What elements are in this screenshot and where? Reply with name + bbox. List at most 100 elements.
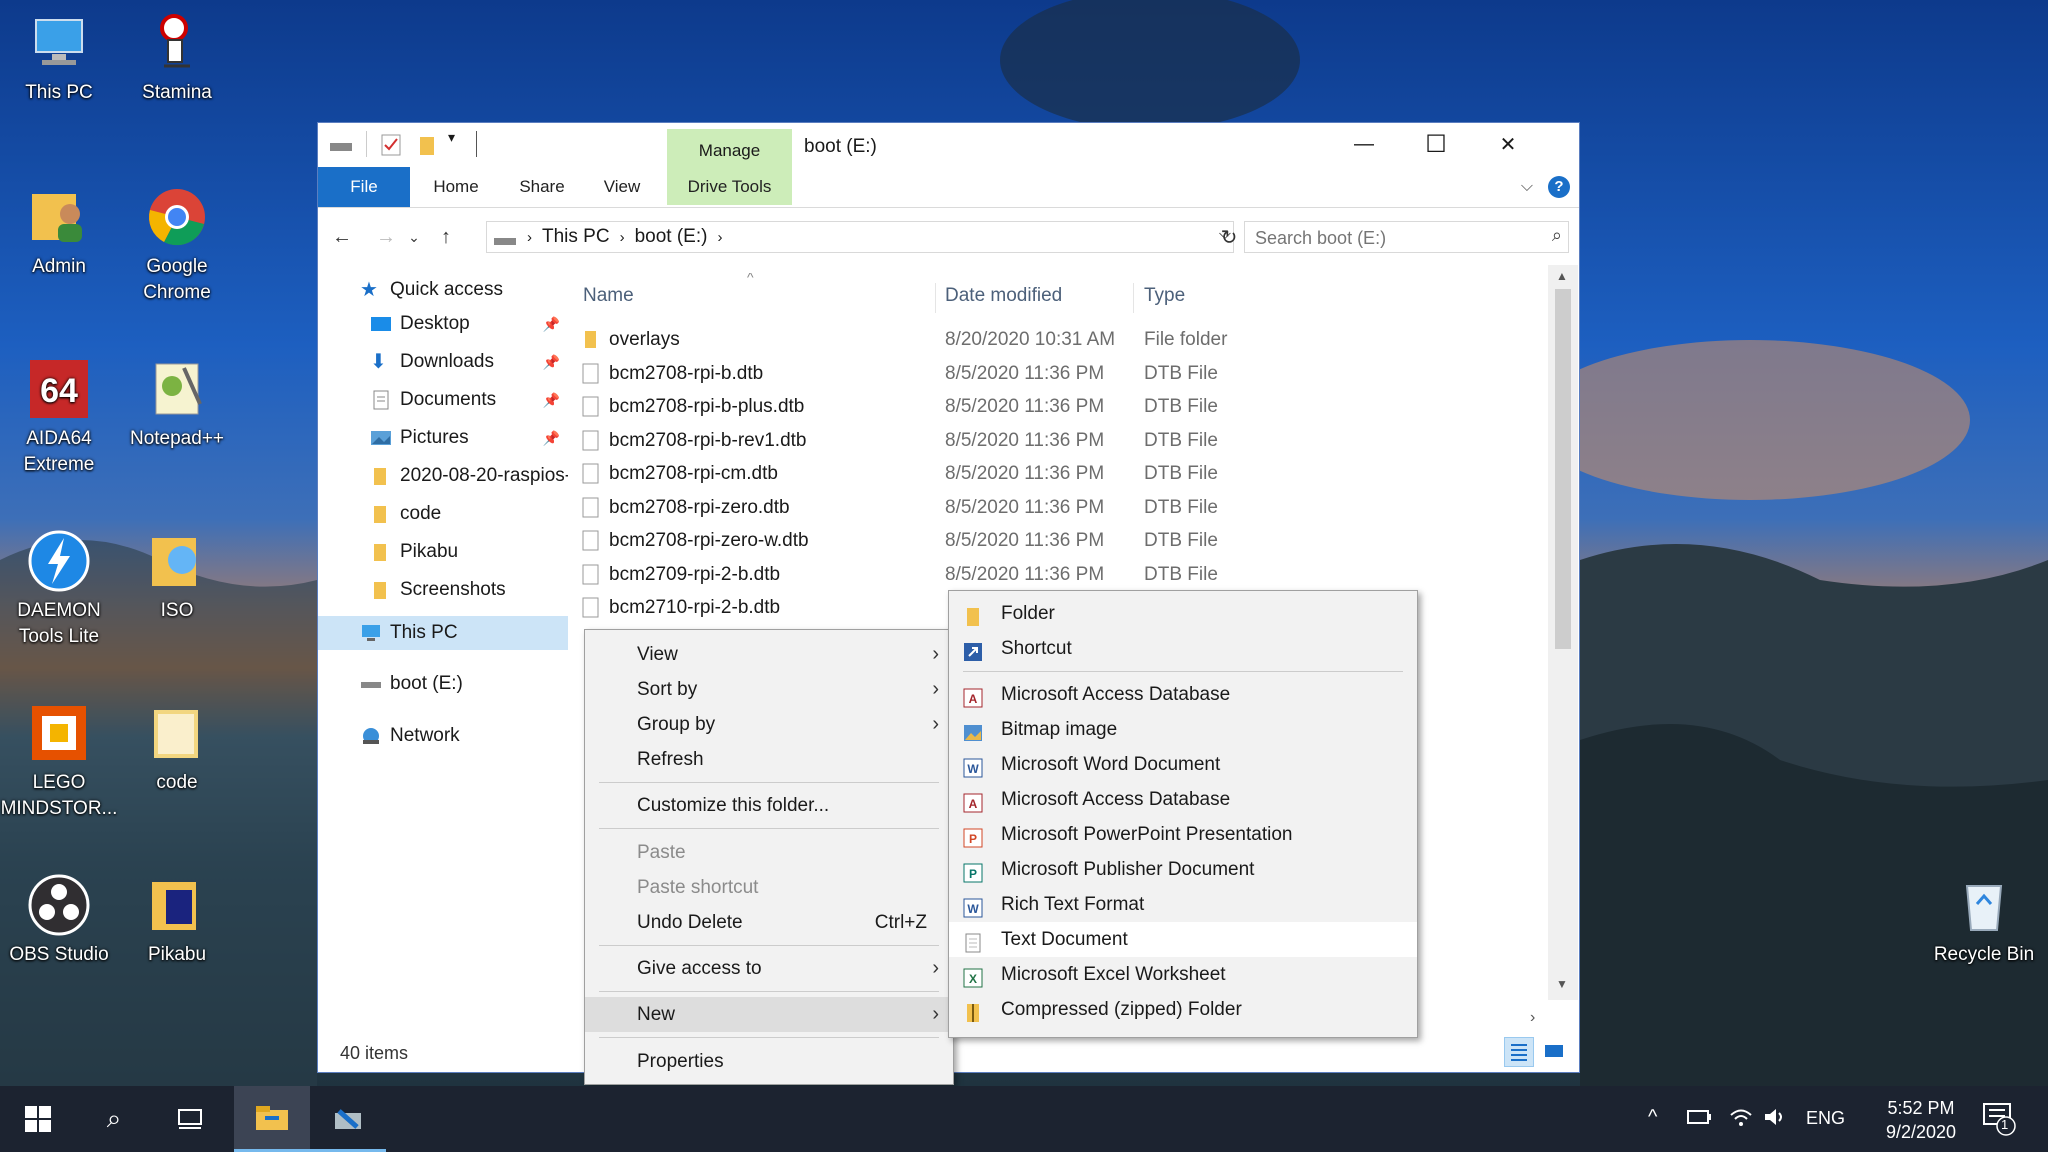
nav-item-pikabu[interactable]: Pikabu [318, 535, 568, 569]
battery-icon[interactable] [1686, 1106, 1714, 1134]
input-language[interactable]: ENG [1806, 1108, 1845, 1129]
new-item-powerpoint[interactable]: P Microsoft PowerPoint Presentation [949, 817, 1417, 852]
up-button[interactable]: ↑ [430, 221, 462, 253]
search-box[interactable]: ⌕ [1244, 221, 1569, 253]
new-item-access-database-2[interactable]: A Microsoft Access Database [949, 782, 1417, 817]
new-item-bitmap-image[interactable]: Bitmap image [949, 712, 1417, 747]
new-item-shortcut[interactable]: Shortcut [949, 631, 1417, 666]
desktop-icon-notepadpp[interactable]: Notepad++ [118, 356, 236, 452]
properties-icon[interactable] [380, 133, 402, 157]
tab-home[interactable]: Home [410, 167, 502, 207]
menu-item-new[interactable]: New › [585, 997, 953, 1032]
tab-share[interactable]: Share [502, 167, 582, 207]
desktop-icon-google-chrome[interactable]: Google Chrome [118, 184, 236, 306]
pin-icon[interactable]: 📌 [543, 316, 560, 333]
file-row[interactable]: bcm2709-rpi-2-b.dtb 8/5/2020 11:36 PM DTB … [576, 558, 1556, 591]
breadcrumb-chevron-icon[interactable]: › [717, 229, 722, 246]
pin-icon[interactable]: 📌 [543, 430, 560, 447]
menu-item-view[interactable]: View › [585, 637, 953, 672]
taskbar-app[interactable] [310, 1086, 386, 1152]
new-item-folder[interactable]: Folder [949, 596, 1417, 631]
nav-item-downloads[interactable]: ⬇ Downloads 📌 [318, 345, 568, 379]
nav-boot-drive[interactable]: boot (E:) [318, 667, 568, 701]
help-icon[interactable]: ? [1548, 176, 1570, 198]
large-icons-view-icon[interactable] [1540, 1037, 1570, 1067]
volume-icon[interactable] [1762, 1106, 1788, 1134]
file-row[interactable]: overlays 8/20/2020 10:31 AM File folder [576, 323, 1556, 356]
wifi-icon[interactable] [1728, 1106, 1754, 1134]
menu-item-undo-delete[interactable]: Undo Delete Ctrl+Z [585, 905, 953, 940]
task-view-icon[interactable] [152, 1086, 228, 1152]
tab-file[interactable]: File [318, 167, 410, 207]
column-separator[interactable] [935, 283, 936, 313]
file-row[interactable]: bcm2708-rpi-b-rev1.dtb 8/5/2020 11:36 PM D… [576, 424, 1556, 457]
scroll-right-arrow-icon[interactable]: › [1530, 1009, 1535, 1027]
column-header-name[interactable]: Name [583, 285, 634, 307]
menu-item-properties[interactable]: Properties [585, 1044, 953, 1079]
nav-item-desktop[interactable]: Desktop 📌 [318, 307, 568, 341]
file-row[interactable]: bcm2708-rpi-b.dtb 8/5/2020 11:36 PM DTB Fi… [576, 357, 1556, 390]
expand-ribbon-chevron-icon[interactable]: ⌵ [1512, 167, 1542, 207]
desktop-icon-daemon-tools[interactable]: DAEMON Tools Lite [0, 528, 118, 650]
pin-icon[interactable]: 📌 [543, 392, 560, 409]
nav-item-documents[interactable]: Documents 📌 [318, 383, 568, 417]
column-header-date-modified[interactable]: Date modified [945, 285, 1062, 307]
tab-view[interactable]: View [582, 167, 662, 207]
recent-locations-chevron-icon[interactable]: ⌄ [398, 221, 430, 253]
nav-quick-access[interactable]: ★ Quick access [318, 273, 568, 307]
search-icon[interactable]: ⌕ [76, 1086, 152, 1152]
search-icon[interactable]: ⌕ [1552, 225, 1562, 246]
drive-icon[interactable] [328, 133, 354, 157]
scroll-up-arrow-icon[interactable]: ▲ [1556, 269, 1568, 283]
refresh-icon[interactable]: ↻ [1213, 221, 1245, 253]
new-item-access-database[interactable]: A Microsoft Access Database [949, 677, 1417, 712]
search-input[interactable] [1253, 225, 1527, 251]
nav-this-pc[interactable]: This PC [318, 616, 568, 650]
menu-item-give-access[interactable]: Give access to › [585, 951, 953, 986]
new-folder-icon[interactable] [416, 133, 438, 157]
minimize-button[interactable]: — [1328, 123, 1400, 165]
desktop-icon-pikabu[interactable]: Pikabu [118, 872, 236, 968]
desktop-icon-this-pc[interactable]: This PC [0, 10, 118, 106]
vertical-scrollbar[interactable]: ▲ ▼ [1548, 265, 1578, 1000]
nav-item-pictures[interactable]: Pictures 📌 [318, 421, 568, 455]
new-item-publisher[interactable]: P Microsoft Publisher Document [949, 852, 1417, 887]
desktop-icon-code[interactable]: code [118, 700, 236, 796]
nav-item-code[interactable]: code [318, 497, 568, 531]
file-row[interactable]: bcm2708-rpi-zero.dtb 8/5/2020 11:36 PM DTB… [576, 491, 1556, 524]
menu-item-group-by[interactable]: Group by › [585, 707, 953, 742]
breadcrumb-this-pc[interactable]: This PC [542, 226, 610, 248]
scroll-down-arrow-icon[interactable]: ▼ [1556, 977, 1568, 991]
desktop-icon-obs-studio[interactable]: OBS Studio [0, 872, 118, 968]
new-item-compressed-folder[interactable]: Compressed (zipped) Folder [949, 992, 1417, 1027]
desktop-icon-lego-mindstorms[interactable]: LEGO MINDSTOR... [0, 700, 118, 822]
file-row[interactable]: bcm2708-rpi-zero-w.dtb 8/5/2020 11:36 PM D… [576, 524, 1556, 557]
desktop-icon-stamina[interactable]: Stamina [118, 10, 236, 106]
nav-network[interactable]: Network [318, 719, 568, 753]
file-row[interactable]: bcm2708-rpi-cm.dtb 8/5/2020 11:36 PM DTB F… [576, 457, 1556, 490]
taskbar-file-explorer[interactable] [234, 1086, 310, 1152]
back-button[interactable]: ← [326, 221, 358, 253]
address-bar[interactable]: › This PC › boot (E:) › ⌵ [486, 221, 1234, 253]
new-item-rich-text-format[interactable]: W Rich Text Format [949, 887, 1417, 922]
new-item-text-document[interactable]: Text Document [949, 922, 1417, 957]
start-button[interactable] [0, 1086, 76, 1152]
new-item-word-document[interactable]: W Microsoft Word Document [949, 747, 1417, 782]
details-view-icon[interactable] [1504, 1037, 1534, 1067]
menu-item-sort-by[interactable]: Sort by › [585, 672, 953, 707]
column-separator[interactable] [1133, 283, 1134, 313]
desktop-icon-admin[interactable]: Admin [0, 184, 118, 280]
new-item-excel-worksheet[interactable]: X Microsoft Excel Worksheet [949, 957, 1417, 992]
nav-item-raspios[interactable]: 2020-08-20-raspios- [318, 459, 568, 493]
desktop-icon-recycle-bin[interactable]: Recycle Bin [1922, 872, 2046, 968]
pin-icon[interactable]: 📌 [543, 354, 560, 371]
manage-label[interactable]: Manage [667, 141, 792, 161]
show-hidden-icons-chevron-icon[interactable]: ^ [1648, 1106, 1657, 1129]
scrollbar-thumb[interactable] [1555, 289, 1571, 649]
notification-center-icon[interactable]: 1 [1982, 1100, 2016, 1142]
breadcrumb-boot-drive[interactable]: boot (E:) [635, 226, 708, 248]
menu-item-paste-shortcut[interactable]: Paste shortcut [585, 870, 953, 905]
maximize-button[interactable]: ☐ [1400, 123, 1472, 165]
file-row[interactable]: bcm2708-rpi-b-plus.dtb 8/5/2020 11:36 PM D… [576, 390, 1556, 423]
close-button[interactable]: ✕ [1472, 123, 1544, 165]
